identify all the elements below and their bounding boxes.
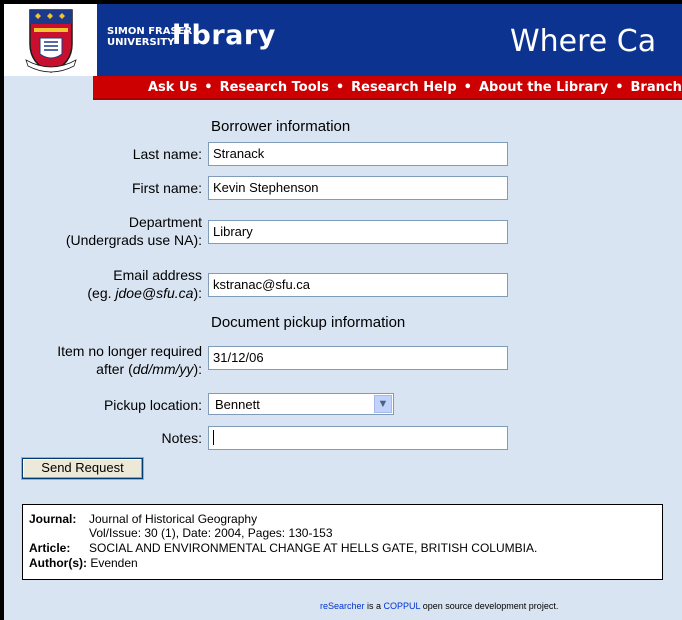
item-label-line2: after (dd/mm/yy): — [10, 360, 202, 378]
item-label-line1: Item no longer required — [57, 343, 202, 359]
email-label-suffix: ): — [193, 285, 202, 301]
item-date-field[interactable]: 31/12/06 — [208, 346, 508, 370]
nav-item-research-help[interactable]: Research Help — [351, 80, 457, 95]
page-title: Where Ca — [510, 24, 657, 59]
pickup-location-select[interactable]: Bennett ▼ — [208, 393, 394, 415]
journal-label: Journal: — [29, 512, 77, 526]
nav-item-research-tools[interactable]: Research Tools — [220, 80, 329, 95]
authors-label: Author(s): — [29, 556, 87, 570]
last-name-label: Last name: — [132, 146, 202, 162]
nav-links: Ask Us • Research Tools • Research Help • Abou… — [148, 80, 682, 95]
authors-value: Evenden — [90, 556, 138, 570]
researcher-link[interactable]: reSearcher — [320, 601, 365, 611]
department-field[interactable]: Library — [208, 220, 508, 244]
nav-item-ask-us[interactable]: Ask Us — [148, 80, 197, 95]
department-label: Department (Undergrads use NA): — [20, 213, 202, 249]
send-request-button[interactable]: Send Request — [22, 458, 143, 479]
nav-item-branches[interactable]: Branches — [631, 80, 682, 95]
footer-text-1: is a — [364, 601, 384, 611]
sfu-crest-logo[interactable] — [4, 4, 97, 76]
pickup-location-value: Bennett — [215, 397, 260, 412]
nav-separator: • — [615, 80, 624, 95]
journal-row: Journal: Journal of Historical Geography — [29, 512, 257, 526]
notes-field[interactable] — [208, 426, 508, 450]
email-label-prefix: (eg. — [87, 285, 116, 301]
vol-issue-line: Vol/Issue: 30 (1), Date: 2004, Pages: 13… — [89, 526, 333, 540]
first-name-label: First name: — [131, 180, 202, 196]
email-example: jdoe@sfu.ca — [115, 285, 194, 301]
chevron-down-icon[interactable]: ▼ — [374, 395, 392, 413]
article-row: Article: SOCIAL AND ENVIRONMENTAL CHANGE… — [29, 541, 537, 555]
text-caret — [213, 430, 214, 445]
nav-item-about-library[interactable]: About the Library — [479, 80, 608, 95]
crest-icon — [25, 9, 77, 73]
email-label-line2: (eg. jdoe@sfu.ca): — [20, 284, 202, 302]
last-name-field[interactable]: Stranack — [208, 142, 508, 166]
department-label-line1: Department — [128, 214, 202, 230]
journal-value: Journal of Historical Geography — [89, 512, 258, 526]
nav-separator: • — [463, 80, 472, 95]
article-value: SOCIAL AND ENVIRONMENTAL CHANGE AT HELLS… — [89, 541, 538, 555]
department-label-line2: (Undergrads use NA): — [65, 232, 202, 248]
site-header: SIMON FRASER UNIVERSITY library Where Ca — [4, 4, 682, 76]
citation-box: Journal: Journal of Historical Geography… — [22, 504, 663, 580]
footer-credit: reSearcher is a COPPUL open source devel… — [320, 601, 558, 611]
library-wordmark[interactable]: library — [172, 20, 276, 51]
item-required-label: Item no longer required after (dd/mm/yy)… — [10, 342, 202, 378]
nav-bar: Ask Us • Research Tools • Research Help • Abou… — [93, 76, 682, 100]
item-label-prefix: after ( — [96, 361, 133, 377]
nav-separator: • — [335, 80, 345, 95]
email-label-line1: Email address — [113, 267, 202, 283]
borrower-heading: Borrower information — [211, 118, 351, 135]
item-label-suffix: ): — [193, 361, 202, 377]
item-date-format: dd/mm/yy — [132, 361, 194, 377]
pickup-heading: Document pickup information — [211, 314, 406, 331]
email-label: Email address (eg. jdoe@sfu.ca): — [20, 266, 202, 302]
pickup-location-label: Pickup location: — [103, 397, 202, 413]
article-label: Article: — [29, 541, 71, 555]
notes-label: Notes: — [161, 430, 202, 446]
first-name-field[interactable]: Kevin Stephenson — [208, 176, 508, 200]
footer-text-2: open source development project. — [420, 601, 559, 611]
nav-separator: • — [204, 80, 213, 95]
authors-row: Author(s): Evenden — [29, 556, 138, 570]
coppul-link[interactable]: COPPUL — [384, 601, 421, 611]
email-field[interactable]: kstranac@sfu.ca — [208, 273, 508, 297]
